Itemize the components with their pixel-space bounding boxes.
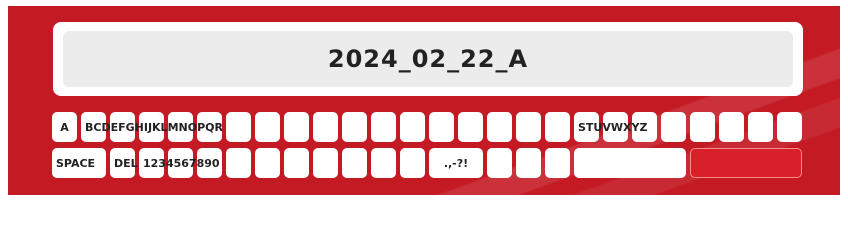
wide-blank-key[interactable]	[574, 148, 686, 178]
text-display-field: 2024_02_22_A	[63, 31, 793, 87]
key-blank[interactable]	[777, 112, 802, 142]
confirm-key[interactable]	[690, 148, 802, 178]
key-blank[interactable]	[284, 112, 309, 142]
punctuation-key-label: .,-?!	[443, 156, 469, 170]
key-blank[interactable]	[226, 112, 251, 142]
key-blank[interactable]	[342, 112, 367, 142]
digits-key-label: 1234567890	[143, 156, 220, 170]
key-a[interactable]: A	[52, 112, 77, 142]
key-blank[interactable]	[342, 148, 367, 178]
key-blank[interactable]	[371, 112, 396, 142]
key-blank[interactable]	[371, 148, 396, 178]
key-blank[interactable]	[748, 112, 773, 142]
key-blank[interactable]	[313, 148, 338, 178]
key-blank[interactable]	[458, 112, 483, 142]
delete-key-label: DEL	[114, 156, 138, 170]
key-blank[interactable]	[516, 148, 541, 178]
key-s-to-z[interactable]: STUVWXYZ	[574, 112, 647, 142]
key-blank[interactable]	[429, 112, 454, 142]
key-blank[interactable]	[487, 148, 512, 178]
key-blank[interactable]	[226, 148, 251, 178]
key-blank[interactable]	[284, 148, 309, 178]
key-blank[interactable]	[255, 112, 280, 142]
text-display: 2024_02_22_A	[53, 22, 803, 96]
key-blank[interactable]	[545, 112, 570, 142]
key-blank[interactable]	[487, 112, 512, 142]
key-b-to-r-label: BCDEFGHIJKLMNOPQR	[85, 120, 223, 134]
key-blank[interactable]	[719, 112, 744, 142]
keyboard-panel: 2024_02_22_A A BCDEFGHIJKLMNOPQR STUVWXY…	[8, 6, 840, 195]
delete-key[interactable]: DEL	[110, 148, 138, 178]
key-b-to-r[interactable]: BCDEFGHIJKLMNOPQR	[81, 112, 223, 142]
key-blank[interactable]	[516, 112, 541, 142]
key-a-label: A	[60, 120, 69, 134]
key-blank[interactable]	[400, 148, 425, 178]
key-blank[interactable]	[661, 112, 686, 142]
space-key[interactable]: SPACE	[52, 148, 106, 178]
key-blank[interactable]	[690, 112, 715, 142]
space-key-label: SPACE	[56, 156, 96, 170]
text-display-value: 2024_02_22_A	[327, 45, 529, 73]
punctuation-key[interactable]: .,-?!	[429, 148, 483, 178]
key-blank[interactable]	[255, 148, 280, 178]
key-blank[interactable]	[400, 112, 425, 142]
key-s-to-z-label: STUVWXYZ	[578, 120, 648, 134]
digits-key[interactable]: 1234567890	[139, 148, 220, 178]
key-blank[interactable]	[545, 148, 570, 178]
key-blank[interactable]	[313, 112, 338, 142]
